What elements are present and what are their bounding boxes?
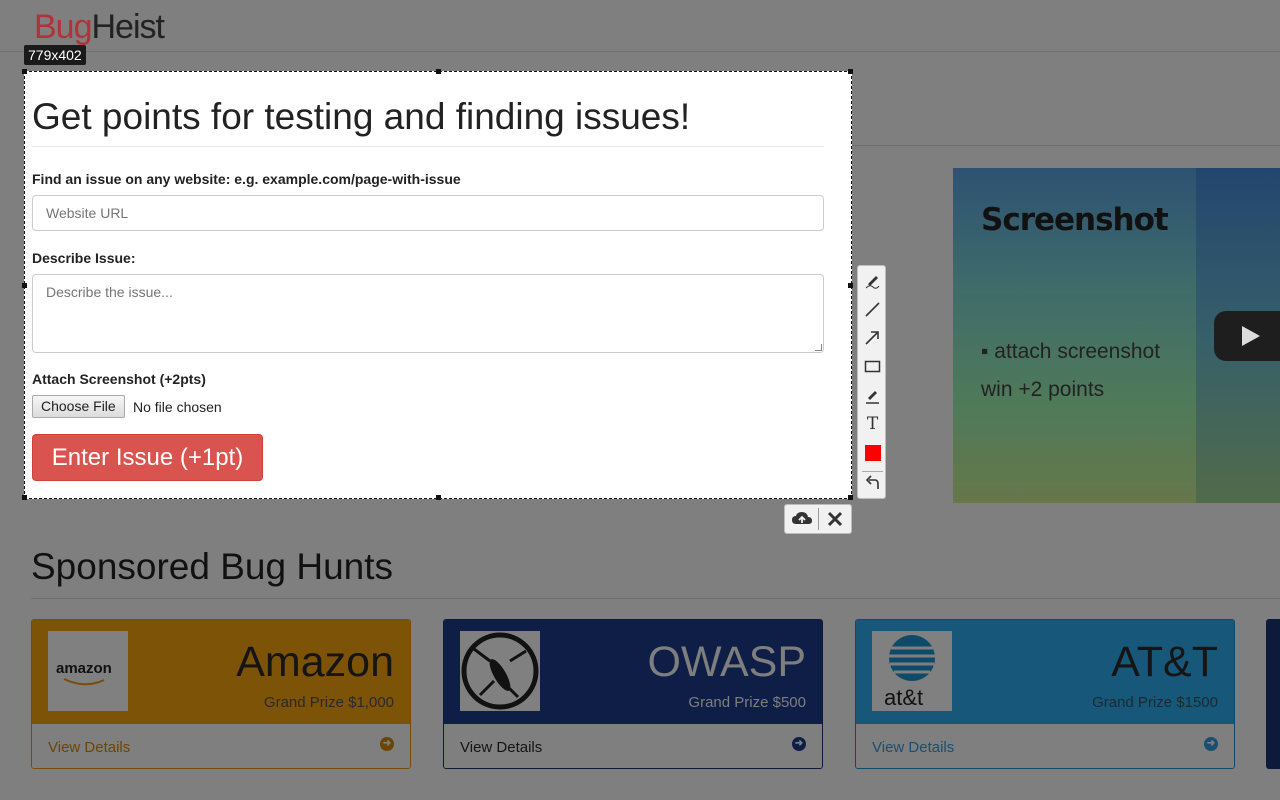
resize-handle-n[interactable]: [436, 69, 441, 74]
amazon-smile-icon: [63, 678, 105, 686]
capture-actions-bar: [784, 504, 852, 534]
resize-handle-s[interactable]: [436, 495, 441, 500]
bug-hunt-card-owasp[interactable]: OWASP Grand Prize $500 View Details ➜: [443, 619, 823, 769]
owasp-wasp-icon: [461, 632, 539, 710]
describe-issue-textarea[interactable]: [32, 274, 824, 353]
bugheist-logo[interactable]: BugHeist: [34, 8, 165, 47]
url-label: Find an issue on any website: e.g. examp…: [32, 171, 461, 187]
bug-hunt-card-amazon[interactable]: amazon Amazon Grand Prize $1,000 View De…: [31, 619, 411, 769]
video-caption-line1: ▪ attach screenshot: [981, 340, 1161, 363]
att-logo-text: at&t: [884, 685, 924, 710]
arrow-circle-right-icon[interactable]: ➜: [1204, 737, 1218, 751]
actions-separator: [818, 508, 819, 530]
bug-hunt-card-partial[interactable]: [1266, 619, 1280, 769]
rectangle-icon[interactable]: [864, 358, 881, 375]
sponsored-heading: Sponsored Bug Hunts: [31, 546, 394, 587]
pencil-icon[interactable]: [864, 272, 881, 289]
choose-file-button[interactable]: Choose File: [32, 395, 125, 418]
card-prize: Grand Prize $500: [688, 694, 806, 711]
upload-cloud-icon[interactable]: [788, 509, 816, 529]
page-title: Get points for testing and finding issue…: [32, 96, 691, 137]
resize-handle-nw[interactable]: [22, 69, 27, 74]
card-prize: Grand Prize $1,000: [263, 694, 394, 711]
resize-handle-w[interactable]: [22, 283, 27, 288]
highlighter-icon[interactable]: [864, 387, 881, 404]
arrow-icon[interactable]: [864, 329, 881, 346]
close-icon[interactable]: [821, 509, 849, 529]
bug-hunt-card-att[interactable]: at&t AT&T Grand Prize $1500 View Details…: [855, 619, 1235, 769]
arrow-circle-right-icon[interactable]: ➜: [380, 737, 394, 751]
describe-label: Describe Issue:: [32, 250, 136, 266]
logo-heist-text: Heist: [91, 8, 165, 46]
view-details-link[interactable]: View Details: [460, 739, 542, 756]
video-caption-line2: win +2 points: [981, 378, 1105, 401]
undo-icon[interactable]: [864, 475, 881, 492]
card-name: OWASP: [647, 638, 806, 686]
toolbar-separator: [862, 471, 883, 472]
card-prize: Grand Prize $1500: [1092, 694, 1218, 711]
resize-handle-sw[interactable]: [22, 495, 27, 500]
logo-bug-text: Bug: [34, 8, 92, 46]
video-title: Screenshot: [981, 202, 1169, 238]
annotation-toolbar: T: [857, 265, 886, 499]
resize-handle-e[interactable]: [848, 283, 853, 288]
att-globe-icon: [889, 635, 935, 681]
amazon-logo-text: amazon: [56, 660, 112, 677]
screenshot-selection-area[interactable]: Get points for testing and finding issue…: [22, 69, 853, 500]
att-logo: at&t: [872, 631, 952, 711]
view-details-link[interactable]: View Details: [48, 739, 130, 756]
line-icon[interactable]: [864, 301, 881, 318]
textarea-resize-grip[interactable]: [815, 344, 822, 351]
youtube-video-embed[interactable]: Screenshot ▪ attach screenshot win +2 po…: [953, 168, 1280, 503]
resize-handle-se[interactable]: [848, 495, 853, 500]
no-file-chosen-text: No file chosen: [133, 399, 222, 415]
header-divider: [0, 51, 1280, 52]
view-details-link[interactable]: View Details: [872, 739, 954, 756]
owasp-logo: [460, 631, 540, 711]
card-name: AT&T: [1111, 638, 1218, 686]
play-button-icon[interactable]: [1214, 311, 1280, 361]
enter-issue-button[interactable]: Enter Issue (+1pt): [32, 434, 263, 481]
amazon-logo: amazon: [48, 631, 128, 711]
sponsored-divider: [31, 598, 1280, 599]
attach-label: Attach Screenshot (+2pts): [32, 371, 206, 387]
card-name: Amazon: [236, 638, 394, 686]
title-divider: [32, 146, 824, 147]
selection-dimensions-label: 779x402: [24, 45, 86, 65]
website-url-input[interactable]: [32, 195, 824, 231]
arrow-circle-right-icon[interactable]: ➜: [792, 737, 806, 751]
resize-handle-ne[interactable]: [848, 69, 853, 74]
color-picker-swatch[interactable]: [865, 445, 881, 461]
text-tool-icon[interactable]: T: [864, 416, 881, 433]
